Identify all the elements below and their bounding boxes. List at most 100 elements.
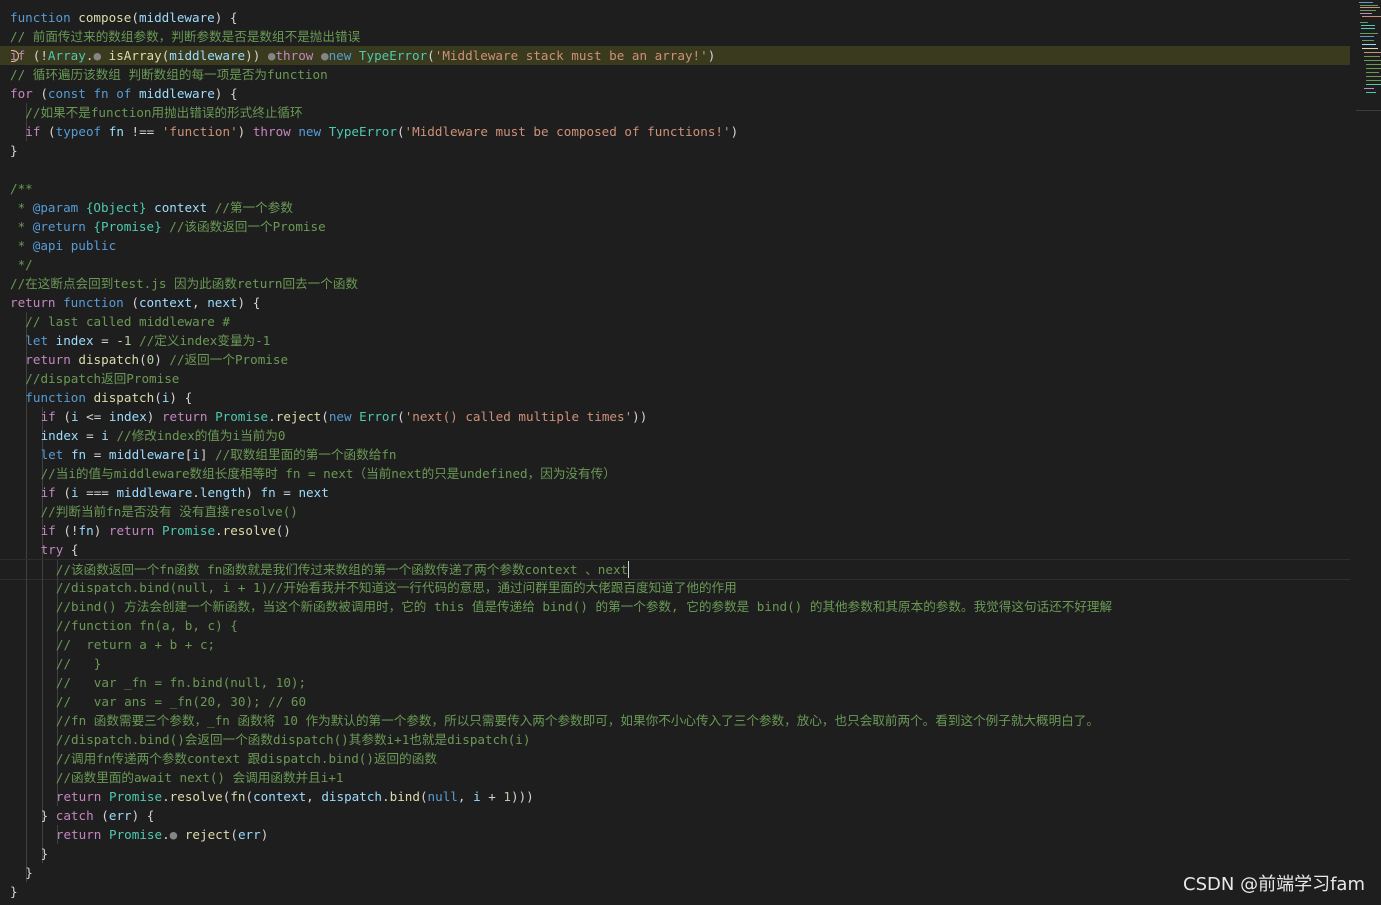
code-token: //修改index的值为i当前为0	[116, 428, 286, 443]
code-token: *	[10, 219, 33, 234]
code-text: //function fn(a, b, c) {	[56, 616, 238, 635]
code-line[interactable]: return Promise.resolve(fn(context, dispa…	[0, 787, 1350, 806]
code-text: for (const fn of middleware) {	[10, 84, 238, 103]
indent-guide	[41, 673, 43, 692]
code-token: )	[237, 124, 253, 139]
code-line[interactable]: * @param {Object} context //第一个参数	[0, 198, 1350, 217]
code-line[interactable]: return function (context, next) {	[0, 293, 1350, 312]
indent-guide	[41, 768, 43, 787]
code-token: (!	[55, 523, 79, 538]
code-line[interactable]: // 循环遍历该数组 判断数组的每一项是否为function	[0, 65, 1350, 84]
code-token: .	[215, 523, 223, 538]
code-token: !==	[123, 124, 162, 139]
code-text: index = i //修改index的值为i当前为0	[41, 426, 286, 445]
code-token: of	[116, 86, 132, 101]
code-line[interactable]: if (typeof fn !== 'function') throw new …	[0, 122, 1350, 141]
code-line[interactable]: function dispatch(i) {	[0, 388, 1350, 407]
code-line[interactable]: * @api public	[0, 236, 1350, 255]
code-token: (	[230, 827, 238, 842]
code-line[interactable]	[0, 160, 1350, 179]
code-token: ) {	[169, 390, 193, 405]
code-token: =	[86, 447, 109, 462]
code-line[interactable]: for (const fn of middleware) {	[0, 84, 1350, 103]
code-line[interactable]: //bind() 方法会创建一个新函数，当这个新函数被调用时，它的 this 值…	[0, 597, 1350, 616]
code-line[interactable]: let index = -1 //定义index变量为-1	[0, 331, 1350, 350]
code-line[interactable]: //如果不是function用抛出错误的形式终止循环	[0, 103, 1350, 122]
code-line[interactable]: if (i === middleware.length) fn = next	[0, 483, 1350, 502]
code-line[interactable]: //dispatch.bind()会返回一个函数dispatch()其参数i+1…	[0, 730, 1350, 749]
code-line[interactable]: } catch (err) {	[0, 806, 1350, 825]
code-line[interactable]: }	[0, 844, 1350, 863]
code-line[interactable]: if (!fn) return Promise.resolve()	[0, 521, 1350, 540]
code-line[interactable]: * @return {Promise} //该函数返回一个Promise	[0, 217, 1350, 236]
code-line[interactable]: }	[0, 882, 1350, 901]
code-line[interactable]: if (i <= index) return Promise.reject(ne…	[0, 407, 1350, 426]
code-text: return dispatch(0) //返回一个Promise	[25, 350, 288, 369]
code-line[interactable]: //判断当前fn是否没有 没有直接resolve()	[0, 502, 1350, 521]
code-line[interactable]: //function fn(a, b, c) {	[0, 616, 1350, 635]
code-token: catch	[55, 808, 94, 823]
code-token: (	[154, 390, 162, 405]
code-token: resolve	[222, 523, 276, 538]
code-token: 'Middleware stack must be an array!'	[434, 48, 708, 63]
code-token: i	[70, 409, 79, 424]
code-line[interactable]: //调用fn传递两个参数context 跟dispatch.bind()返回的函…	[0, 749, 1350, 768]
code-line[interactable]: // last called middleware #	[0, 312, 1350, 331]
code-token: ,	[457, 789, 474, 804]
code-line[interactable]: }	[0, 141, 1350, 160]
code-token: // }	[55, 656, 102, 671]
code-token: const	[47, 86, 86, 101]
indent-guide	[26, 730, 28, 749]
indent-guide	[26, 502, 28, 521]
code-line[interactable]: let fn = middleware[i] //取数组里面的第一个函数给fn	[0, 445, 1350, 464]
code-editor[interactable]: function compose(middleware) {// 前面传过来的数…	[0, 0, 1355, 905]
code-token: //当i的值与middleware数组长度相等时 fn = next（当前nex…	[40, 466, 616, 481]
code-token: context	[253, 789, 307, 804]
code-line[interactable]: //fn 函数需要三个参数，_fn 函数将 10 作为默认的第一个参数，所以只需…	[0, 711, 1350, 730]
code-line[interactable]: return dispatch(0) //返回一个Promise	[0, 350, 1350, 369]
code-token: return	[108, 523, 155, 538]
indent-guide	[41, 787, 43, 806]
code-line[interactable]: /**	[0, 179, 1350, 198]
indent-guide	[41, 560, 43, 579]
code-line[interactable]: */	[0, 255, 1350, 274]
code-line[interactable]: // var ans = _fn(20, 30); // 60	[0, 692, 1350, 711]
code-token: +	[480, 789, 504, 804]
code-line[interactable]: //dispatch.bind(null, i + 1)//开始看我并不知道这一…	[0, 578, 1350, 597]
code-token: index	[40, 428, 79, 443]
code-text: * @return {Promise} //该函数返回一个Promise	[10, 217, 326, 236]
code-line[interactable]: //函数里面的await next() 会调用函数并且i+1	[0, 768, 1350, 787]
code-line[interactable]: index = i //修改index的值为i当前为0	[0, 426, 1350, 445]
code-line[interactable]: // 前面传过来的数组参数，判断参数是否是数组不是抛出错误	[0, 27, 1350, 46]
code-line[interactable]: try {	[0, 540, 1350, 559]
code-line[interactable]: // }	[0, 654, 1350, 673]
code-token: .	[382, 789, 390, 804]
code-text: }	[10, 141, 18, 160]
code-token: 'Middleware must be composed of function…	[404, 124, 731, 139]
code-line[interactable]: // var _fn = fn.bind(null, 10);	[0, 673, 1350, 692]
code-token: //调用fn传递两个参数context 跟dispatch.bind()返回的函…	[55, 751, 437, 766]
code-token: if	[40, 485, 56, 500]
code-token: (	[427, 48, 435, 63]
vertical-scrollbar[interactable]	[1356, 0, 1381, 905]
code-token: *	[10, 200, 33, 215]
code-line[interactable]: //dispatch返回Promise	[0, 369, 1350, 388]
code-token: (	[131, 10, 139, 25]
code-line[interactable]: if (!Array.● isArray(middleware)) ●throw…	[0, 46, 1350, 65]
code-line[interactable]: //在这断点会回到test.js 因为此函数return回去一个函数	[0, 274, 1350, 293]
code-line[interactable]: return Promise.● reject(err)	[0, 825, 1350, 844]
code-text: }	[41, 844, 49, 863]
indent-guide	[26, 749, 28, 768]
code-text: /**	[10, 179, 33, 198]
code-token: //定义index变量为-1	[139, 333, 271, 348]
code-line[interactable]: //当i的值与middleware数组长度相等时 fn = next（当前nex…	[0, 464, 1350, 483]
code-line[interactable]: // return a + b + c;	[0, 635, 1350, 654]
inline-hint-dot-icon: ●	[320, 48, 329, 63]
code-line[interactable]: }	[0, 863, 1350, 882]
indent-guide	[41, 654, 43, 673]
code-line[interactable]: //该函数返回一个fn函数 fn函数就是我们传过来数组的第一个函数传递了两个参数…	[0, 559, 1350, 580]
code-line[interactable]: function compose(middleware) {	[0, 8, 1350, 27]
code-token: ))	[245, 48, 268, 63]
